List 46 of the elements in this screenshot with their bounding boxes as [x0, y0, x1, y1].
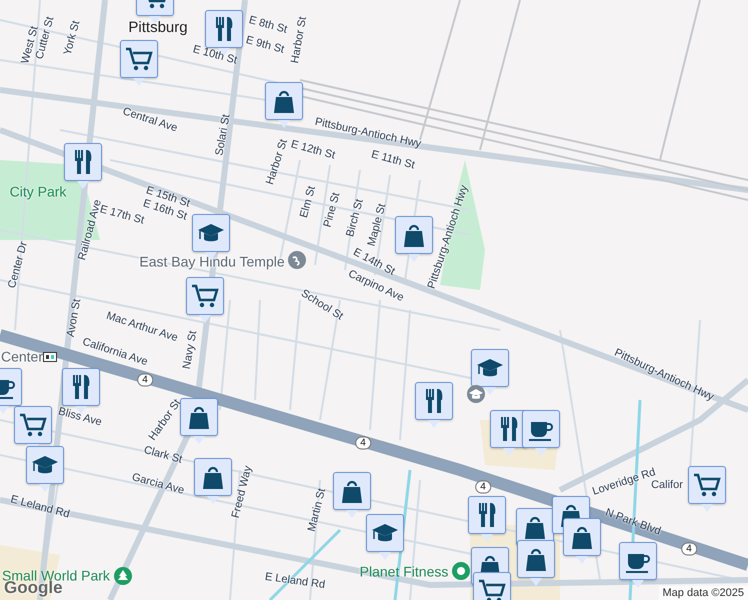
- street-label: E Leland Rd: [9, 493, 71, 521]
- street-label: E 8th St: [248, 14, 288, 36]
- street-label: Solari St: [213, 113, 233, 157]
- place-label: Center: [0, 349, 44, 365]
- highway-shield: 4: [475, 480, 491, 494]
- highway-shield: 4: [355, 436, 371, 450]
- street-label: Avon St: [64, 298, 84, 338]
- street-label: E 10th St: [192, 43, 238, 67]
- street-label: Harbor St: [264, 138, 290, 186]
- street-label: Navy St: [180, 330, 200, 370]
- street-label: Califor: [651, 478, 683, 492]
- street-label: Mac Arthur Ave: [104, 310, 180, 344]
- shopping-cart-icon: [191, 282, 219, 310]
- park-label: City Park: [10, 184, 66, 200]
- highway-shield: 4: [137, 374, 153, 386]
- school-icon: [466, 384, 486, 404]
- shopping-cart-icon: [478, 577, 506, 600]
- street-label: Bliss Ave: [56, 405, 104, 429]
- street-label: Maple St: [366, 202, 388, 248]
- city-label: Pittsburg: [128, 20, 188, 36]
- street-label: Center Dr: [6, 240, 30, 290]
- street-label: E 12th St: [290, 138, 336, 162]
- street-label: E 11th St: [370, 148, 416, 172]
- shopping-cart-icon: [693, 471, 721, 499]
- transit-station-icon: [43, 352, 57, 362]
- street-label: Freed Way: [230, 464, 254, 520]
- street-label: E Leland Rd: [264, 570, 326, 592]
- shopping-cart-icon: [125, 45, 153, 73]
- street-label: Martin St: [306, 487, 328, 533]
- park-label: Planet Fitness: [360, 564, 448, 580]
- street-label: Central Ave: [121, 106, 179, 134]
- shopping-cart-icon: [19, 411, 47, 439]
- street-label: Garcia Ave: [130, 471, 186, 497]
- place-dot-icon: [451, 561, 471, 581]
- street-label: E 9th St: [244, 34, 286, 56]
- street-label: N Park Blvd: [604, 506, 662, 538]
- street-label: Harbor St: [288, 16, 310, 64]
- highway-shield: 4: [681, 542, 697, 556]
- attribution-text: Map data ©2025: [658, 586, 748, 600]
- street-label: Clark St: [142, 444, 184, 466]
- street-label: Birch St: [344, 198, 366, 238]
- street-label: Pine St: [322, 191, 342, 229]
- place-label: East Bay Hindu Temple: [139, 254, 285, 270]
- park-icon: [113, 566, 133, 586]
- street-label: York St: [62, 20, 82, 56]
- street-label: Elm St: [298, 184, 318, 220]
